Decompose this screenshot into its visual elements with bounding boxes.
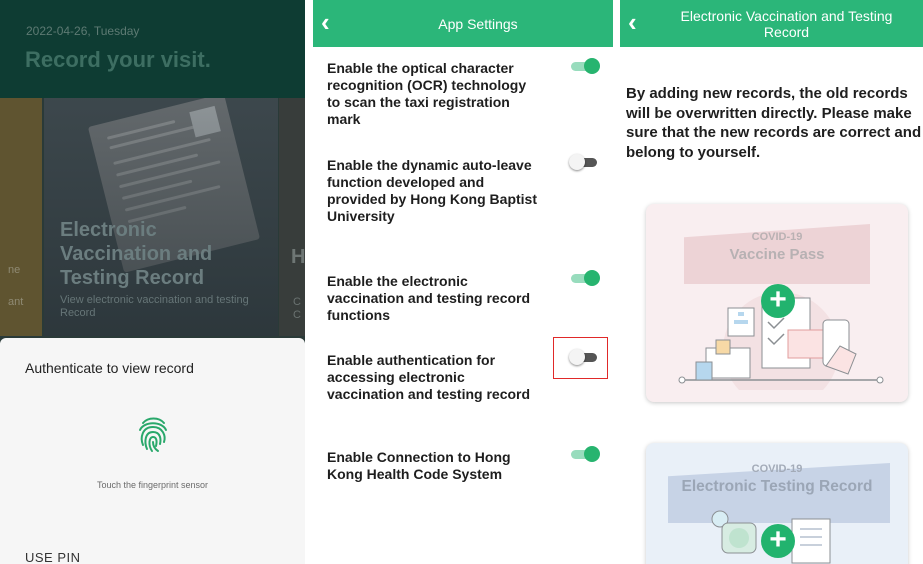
overwrite-notice: By adding new records, the old records w… xyxy=(626,84,923,162)
card-text-fragment: C xyxy=(293,309,301,321)
chevron-left-icon[interactable]: ‹ xyxy=(321,8,345,38)
record-visit-screen: 2022-04-26, Tuesday Record your visit. n… xyxy=(0,0,305,564)
sheet-title: Authenticate to view record xyxy=(25,360,194,376)
setting-label-ocr: Enable the optical character recognition… xyxy=(327,60,527,127)
app-bar: ‹ Electronic Vaccination and Testing Rec… xyxy=(620,0,923,47)
app-settings-screen: ‹ App Settings Enable the optical charac… xyxy=(313,0,613,564)
app-bar: ‹ App Settings xyxy=(313,0,613,47)
vaccine-pass-card[interactable]: COVID-19 Vaccine Pass + xyxy=(646,204,908,402)
setting-label-auto-leave: Enable the dynamic auto-leave function d… xyxy=(327,157,537,224)
home-header: 2022-04-26, Tuesday Record your visit. xyxy=(0,0,305,98)
previous-card-fragment[interactable]: ne ant xyxy=(0,98,42,336)
fingerprint-icon[interactable] xyxy=(136,414,170,454)
card-text-fragment: C xyxy=(293,296,301,308)
date-label: 2022-04-26, Tuesday xyxy=(26,24,140,38)
setting-label-vaccination-record: Enable the electronic vaccination and te… xyxy=(327,273,531,323)
setting-label-authentication: Enable authentication for accessing elec… xyxy=(327,352,531,402)
vaccination-record-screen: ‹ Electronic Vaccination and Testing Rec… xyxy=(620,0,923,564)
testing-record-card[interactable]: COVID-19 Electronic Testing Record + xyxy=(646,443,908,564)
card-subtitle: View electronic vaccination and testing … xyxy=(60,294,249,319)
card-text-fragment: ne xyxy=(8,264,21,276)
card-title: Electronic Vaccination and Testing Recor… xyxy=(60,219,213,289)
card-caption-small: COVID-19 xyxy=(751,231,803,243)
fingerprint-hint: Touch the fingerprint sensor xyxy=(96,480,209,490)
page-title: Record your visit. xyxy=(25,47,211,72)
toggle-health-code[interactable] xyxy=(569,446,600,462)
toggle-ocr[interactable] xyxy=(569,58,600,74)
card-caption: Electronic Testing Record xyxy=(681,478,873,495)
plus-icon[interactable]: + xyxy=(761,524,795,558)
card-caption: Vaccine Pass xyxy=(729,246,825,263)
page-title: App Settings xyxy=(438,15,518,32)
chevron-left-icon[interactable]: ‹ xyxy=(628,8,652,38)
vaccination-record-card[interactable]: Electronic Vaccination and Testing Recor… xyxy=(44,98,278,336)
highlight-box xyxy=(553,337,608,379)
toggle-auto-leave[interactable] xyxy=(569,154,599,170)
plus-icon[interactable]: + xyxy=(761,284,795,318)
authentication-sheet: Authenticate to view record Touch the fi… xyxy=(0,338,305,564)
next-card-fragment[interactable]: H C C xyxy=(279,98,305,336)
use-pin-button[interactable]: USE PIN xyxy=(25,550,81,564)
screenshot-composite: 2022-04-26, Tuesday Record your visit. n… xyxy=(0,0,923,564)
setting-label-health-code: Enable Connection to Hong Kong Health Co… xyxy=(327,449,511,482)
card-text-fragment: ant xyxy=(8,296,24,308)
card-caption-small: COVID-19 xyxy=(751,463,803,475)
card-text-fragment: H xyxy=(291,246,305,268)
notice-text: By adding new records, the old records w… xyxy=(626,85,922,161)
page-title: Electronic Vaccination and Testing Recor… xyxy=(680,7,893,40)
toggle-vaccination-record[interactable] xyxy=(569,270,600,286)
